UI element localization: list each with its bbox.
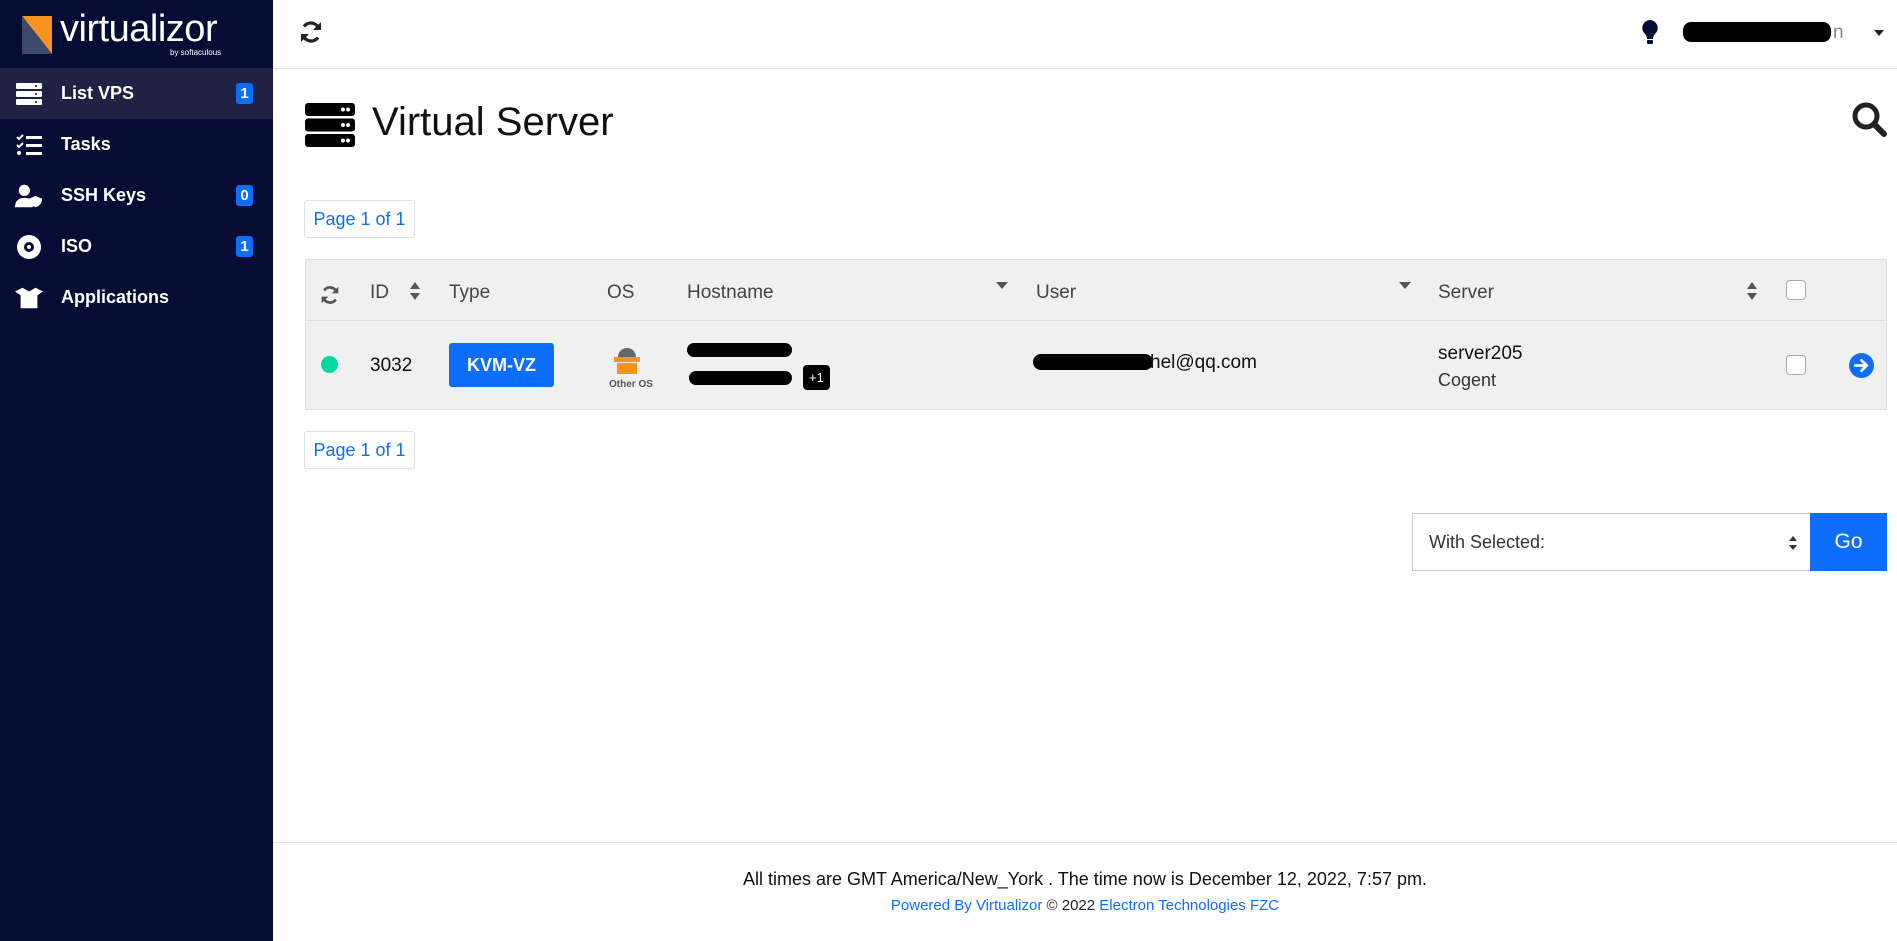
pagination-top[interactable]: Page 1 of 1 <box>304 200 415 238</box>
count-badge: 0 <box>236 185 253 206</box>
disc-icon <box>15 234 43 259</box>
top-bar: n <box>273 0 1897 69</box>
tasks-icon <box>15 133 43 156</box>
copyright: © 2022 <box>1042 897 1100 914</box>
company-link[interactable]: Electron Technologies FZC <box>1099 897 1279 914</box>
hostname-redacted[interactable] <box>687 343 792 357</box>
vps-table: ID Type OS Hostname User Server 3032 KVM… <box>305 259 1887 410</box>
count-badge: 1 <box>236 83 253 104</box>
logo-text: virtualizor <box>60 8 218 50</box>
caret-down-icon[interactable] <box>996 282 1008 289</box>
other-os-icon <box>614 348 640 374</box>
sidebar-item-label: List VPS <box>61 83 135 103</box>
column-header-hostname[interactable]: Hostname <box>687 282 774 304</box>
sidebar-item-label: ISO <box>61 236 93 256</box>
refresh-icon[interactable] <box>320 285 340 305</box>
ip-redacted <box>689 371 792 385</box>
vps-type-badge[interactable]: KVM-VZ <box>449 343 554 387</box>
server-icon <box>15 82 43 105</box>
chevron-down-icon[interactable] <box>1874 30 1884 36</box>
os-label: Other OS <box>609 379 653 390</box>
sidebar-item-tasks[interactable]: Tasks <box>0 119 273 170</box>
virtualizor-logo[interactable]: virtualizor by softaculous <box>22 8 242 60</box>
pagination-bottom[interactable]: Page 1 of 1 <box>304 431 415 469</box>
table-row: 3032 KVM-VZ Other OS +1 hel@qq.com serve… <box>306 321 1886 410</box>
sidebar-item-label: Tasks <box>61 134 111 154</box>
box-open-icon <box>15 287 43 309</box>
footer-divider <box>273 842 1897 843</box>
sidebar-item-list-vps[interactable]: List VPS 1 <box>0 68 273 119</box>
lightbulb-icon[interactable] <box>1642 20 1658 45</box>
with-selected-select[interactable]: With Selected: <box>1412 513 1810 571</box>
sort-icon[interactable] <box>409 281 421 301</box>
row-checkbox[interactable] <box>1786 355 1806 375</box>
powered-by-link[interactable]: Powered By Virtualizor <box>891 897 1042 914</box>
server-group: Cogent <box>1438 370 1497 390</box>
user-menu-name-redacted[interactable] <box>1683 22 1831 42</box>
footer-credits: Powered By Virtualizor © 2022 Electron T… <box>273 897 1897 914</box>
user-shield-icon <box>15 184 43 208</box>
user-email: hel@qq.com <box>1150 352 1257 373</box>
column-header-server[interactable]: Server <box>1438 282 1494 304</box>
search-icon[interactable] <box>1851 101 1887 137</box>
server-title-icon <box>305 103 355 147</box>
page-title: Virtual Server <box>372 100 614 144</box>
refresh-icon[interactable] <box>299 20 323 44</box>
select-value: With Selected: <box>1429 531 1546 552</box>
select-all-checkbox[interactable] <box>1786 280 1806 300</box>
sort-icon[interactable] <box>1746 281 1758 301</box>
vps-id: 3032 <box>370 355 413 376</box>
column-header-os: OS <box>607 282 635 303</box>
go-button[interactable]: Go <box>1810 513 1887 571</box>
server-name: server205 <box>1438 343 1523 364</box>
sidebar-item-label: Applications <box>61 287 170 307</box>
logo-mark-icon <box>22 16 52 54</box>
select-arrows-icon <box>1789 536 1797 550</box>
sidebar: virtualizor by softaculous List VPS 1 Ta… <box>0 0 273 941</box>
caret-down-icon[interactable] <box>1399 282 1411 289</box>
sidebar-item-label: SSH Keys <box>61 185 147 205</box>
extra-ips-badge[interactable]: +1 <box>803 365 830 390</box>
user-menu-name[interactable]: n <box>1833 22 1844 44</box>
user-redacted <box>1033 354 1153 370</box>
sidebar-item-applications[interactable]: Applications <box>0 272 273 323</box>
footer-time-note: All times are GMT America/New_York . The… <box>743 869 1427 889</box>
column-header-id[interactable]: ID <box>370 282 389 304</box>
status-online-dot <box>321 356 338 373</box>
sidebar-item-ssh-keys[interactable]: SSH Keys 0 <box>0 170 273 221</box>
sidebar-item-iso[interactable]: ISO 1 <box>0 221 273 272</box>
column-header-type: Type <box>449 282 491 303</box>
column-header-user[interactable]: User <box>1036 282 1076 304</box>
count-badge: 1 <box>236 236 253 257</box>
arrow-right-circle-icon[interactable] <box>1849 353 1874 378</box>
logo-subtext: by softaculous <box>170 48 222 57</box>
